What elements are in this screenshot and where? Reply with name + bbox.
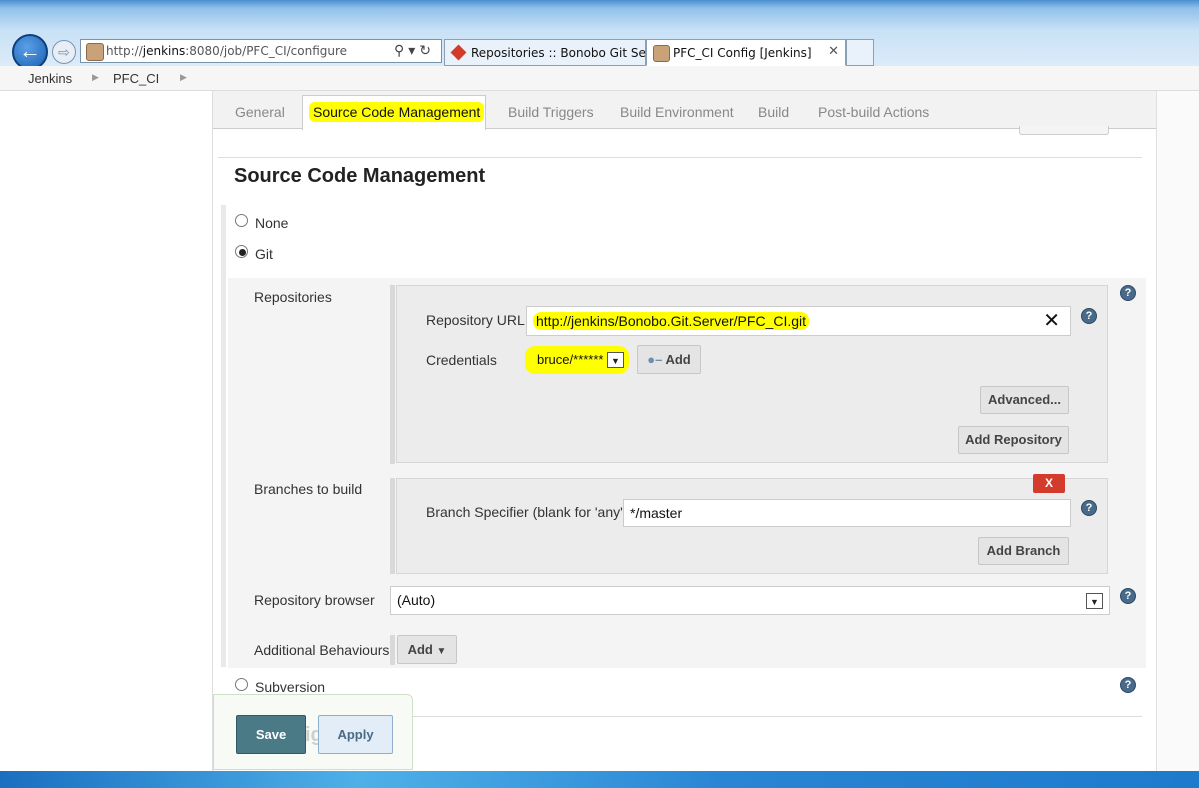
help-icon[interactable]: ? — [1120, 677, 1136, 693]
breadcrumb-job[interactable]: PFC_CI — [113, 71, 159, 86]
git-icon — [450, 44, 467, 61]
search-refresh-icon[interactable]: ⚲▾↻ — [394, 42, 435, 59]
save-button[interactable]: Save — [236, 715, 306, 754]
section-title: Source Code Management — [234, 165, 486, 187]
add-branch-button[interactable]: Add Branch — [978, 537, 1069, 565]
apply-button[interactable]: Apply — [318, 715, 393, 754]
add-credentials-button[interactable]: ●– Add — [637, 345, 701, 374]
branch-spec-label: Branch Specifier (blank for 'any') — [426, 504, 628, 520]
credentials-label: Credentials — [426, 352, 497, 368]
repo-browser-label: Repository browser — [254, 592, 375, 608]
radio-subversion[interactable] — [235, 678, 248, 691]
repo-browser-select[interactable]: (Auto) ▼ — [390, 586, 1110, 615]
radio-none-label: None — [255, 215, 289, 231]
url-text: http://jenkins:8080/job/PFC_CI/configure — [106, 44, 348, 58]
chevron-down-icon: ▼ — [607, 352, 624, 368]
advanced-button[interactable]: Advanced... — [980, 386, 1069, 414]
taskbar — [0, 771, 1199, 788]
repo-url-value: http://jenkins/Bonobo.Git.Server/PFC_CI.… — [533, 312, 810, 330]
page-gutter — [1156, 91, 1199, 771]
tab-post-build-actions[interactable]: Post-build Actions — [818, 104, 929, 120]
breadcrumb-jenkins[interactable]: Jenkins — [28, 71, 72, 86]
collapsed-button[interactable] — [1019, 126, 1109, 135]
jenkins-favicon-icon — [86, 43, 104, 61]
indent-bar — [390, 285, 395, 464]
repo-url-input[interactable]: http://jenkins/Bonobo.Git.Server/PFC_CI.… — [526, 306, 1071, 336]
indent-bar — [390, 635, 395, 665]
help-icon[interactable]: ? — [1120, 588, 1136, 604]
additional-behaviours-label: Additional Behaviours — [254, 642, 390, 658]
repositories-label: Repositories — [254, 289, 332, 305]
tab-build[interactable]: Build — [758, 104, 789, 120]
repo-url-label: Repository URL — [426, 312, 525, 328]
indent-bar — [390, 478, 395, 574]
radio-none[interactable] — [235, 214, 248, 227]
credentials-value: bruce/****** — [537, 352, 604, 367]
radio-subversion-label: Subversion — [255, 679, 326, 695]
close-icon[interactable]: ✕ — [828, 44, 839, 59]
back-arrow-icon[interactable]: ← — [12, 34, 48, 70]
address-bar[interactable]: http://jenkins:8080/job/PFC_CI/configure… — [80, 39, 442, 63]
chevron-right-icon: ▶ — [180, 72, 187, 82]
tab-label: PFC_CI Config [Jenkins] — [673, 46, 812, 60]
add-behaviour-button[interactable]: Add ▼ — [397, 635, 457, 664]
tab-general[interactable]: General — [235, 104, 285, 120]
divider — [218, 157, 1142, 158]
forward-arrow-icon[interactable]: ⇨ — [52, 40, 76, 64]
radio-git[interactable] — [235, 245, 248, 258]
help-icon[interactable]: ? — [1120, 285, 1136, 301]
help-icon[interactable]: ? — [1081, 500, 1097, 516]
tab-bonobo[interactable]: Repositories :: Bonobo Git Serv... — [444, 39, 668, 66]
repo-browser-value: (Auto) — [397, 592, 436, 608]
caret-down-icon: ▼ — [436, 646, 447, 657]
add-repository-button[interactable]: Add Repository — [958, 426, 1069, 454]
tab-label: Repositories :: Bonobo Git Serv... — [471, 46, 669, 60]
delete-branch-button[interactable]: X — [1033, 474, 1065, 493]
branches-label: Branches to build — [254, 481, 363, 497]
add-behaviour-label: Add — [407, 642, 433, 657]
tab-jenkins-config[interactable]: PFC_CI Config [Jenkins] ✕ — [646, 39, 846, 66]
help-icon[interactable]: ? — [1081, 308, 1097, 324]
radio-git-label: Git — [255, 246, 273, 262]
tab-build-environment[interactable]: Build Environment — [620, 104, 734, 120]
add-credentials-label: Add — [665, 352, 691, 367]
key-icon: ●– — [647, 352, 663, 367]
tab-label: Source Code Management — [309, 102, 485, 122]
new-tab-button[interactable] — [846, 39, 874, 66]
clear-icon[interactable]: ✕ — [1043, 307, 1060, 335]
branch-spec-input[interactable]: */master — [623, 499, 1071, 527]
chevron-down-icon: ▼ — [1086, 593, 1103, 609]
credentials-select[interactable]: bruce/****** ▼ — [525, 346, 629, 374]
section-indent-bar — [221, 205, 226, 667]
tab-source-code-management[interactable]: Source Code Management — [302, 95, 486, 130]
divider — [212, 91, 213, 771]
jenkins-favicon-icon — [653, 45, 670, 62]
tab-build-triggers[interactable]: Build Triggers — [508, 104, 594, 120]
chevron-right-icon: ▶ — [92, 72, 99, 82]
